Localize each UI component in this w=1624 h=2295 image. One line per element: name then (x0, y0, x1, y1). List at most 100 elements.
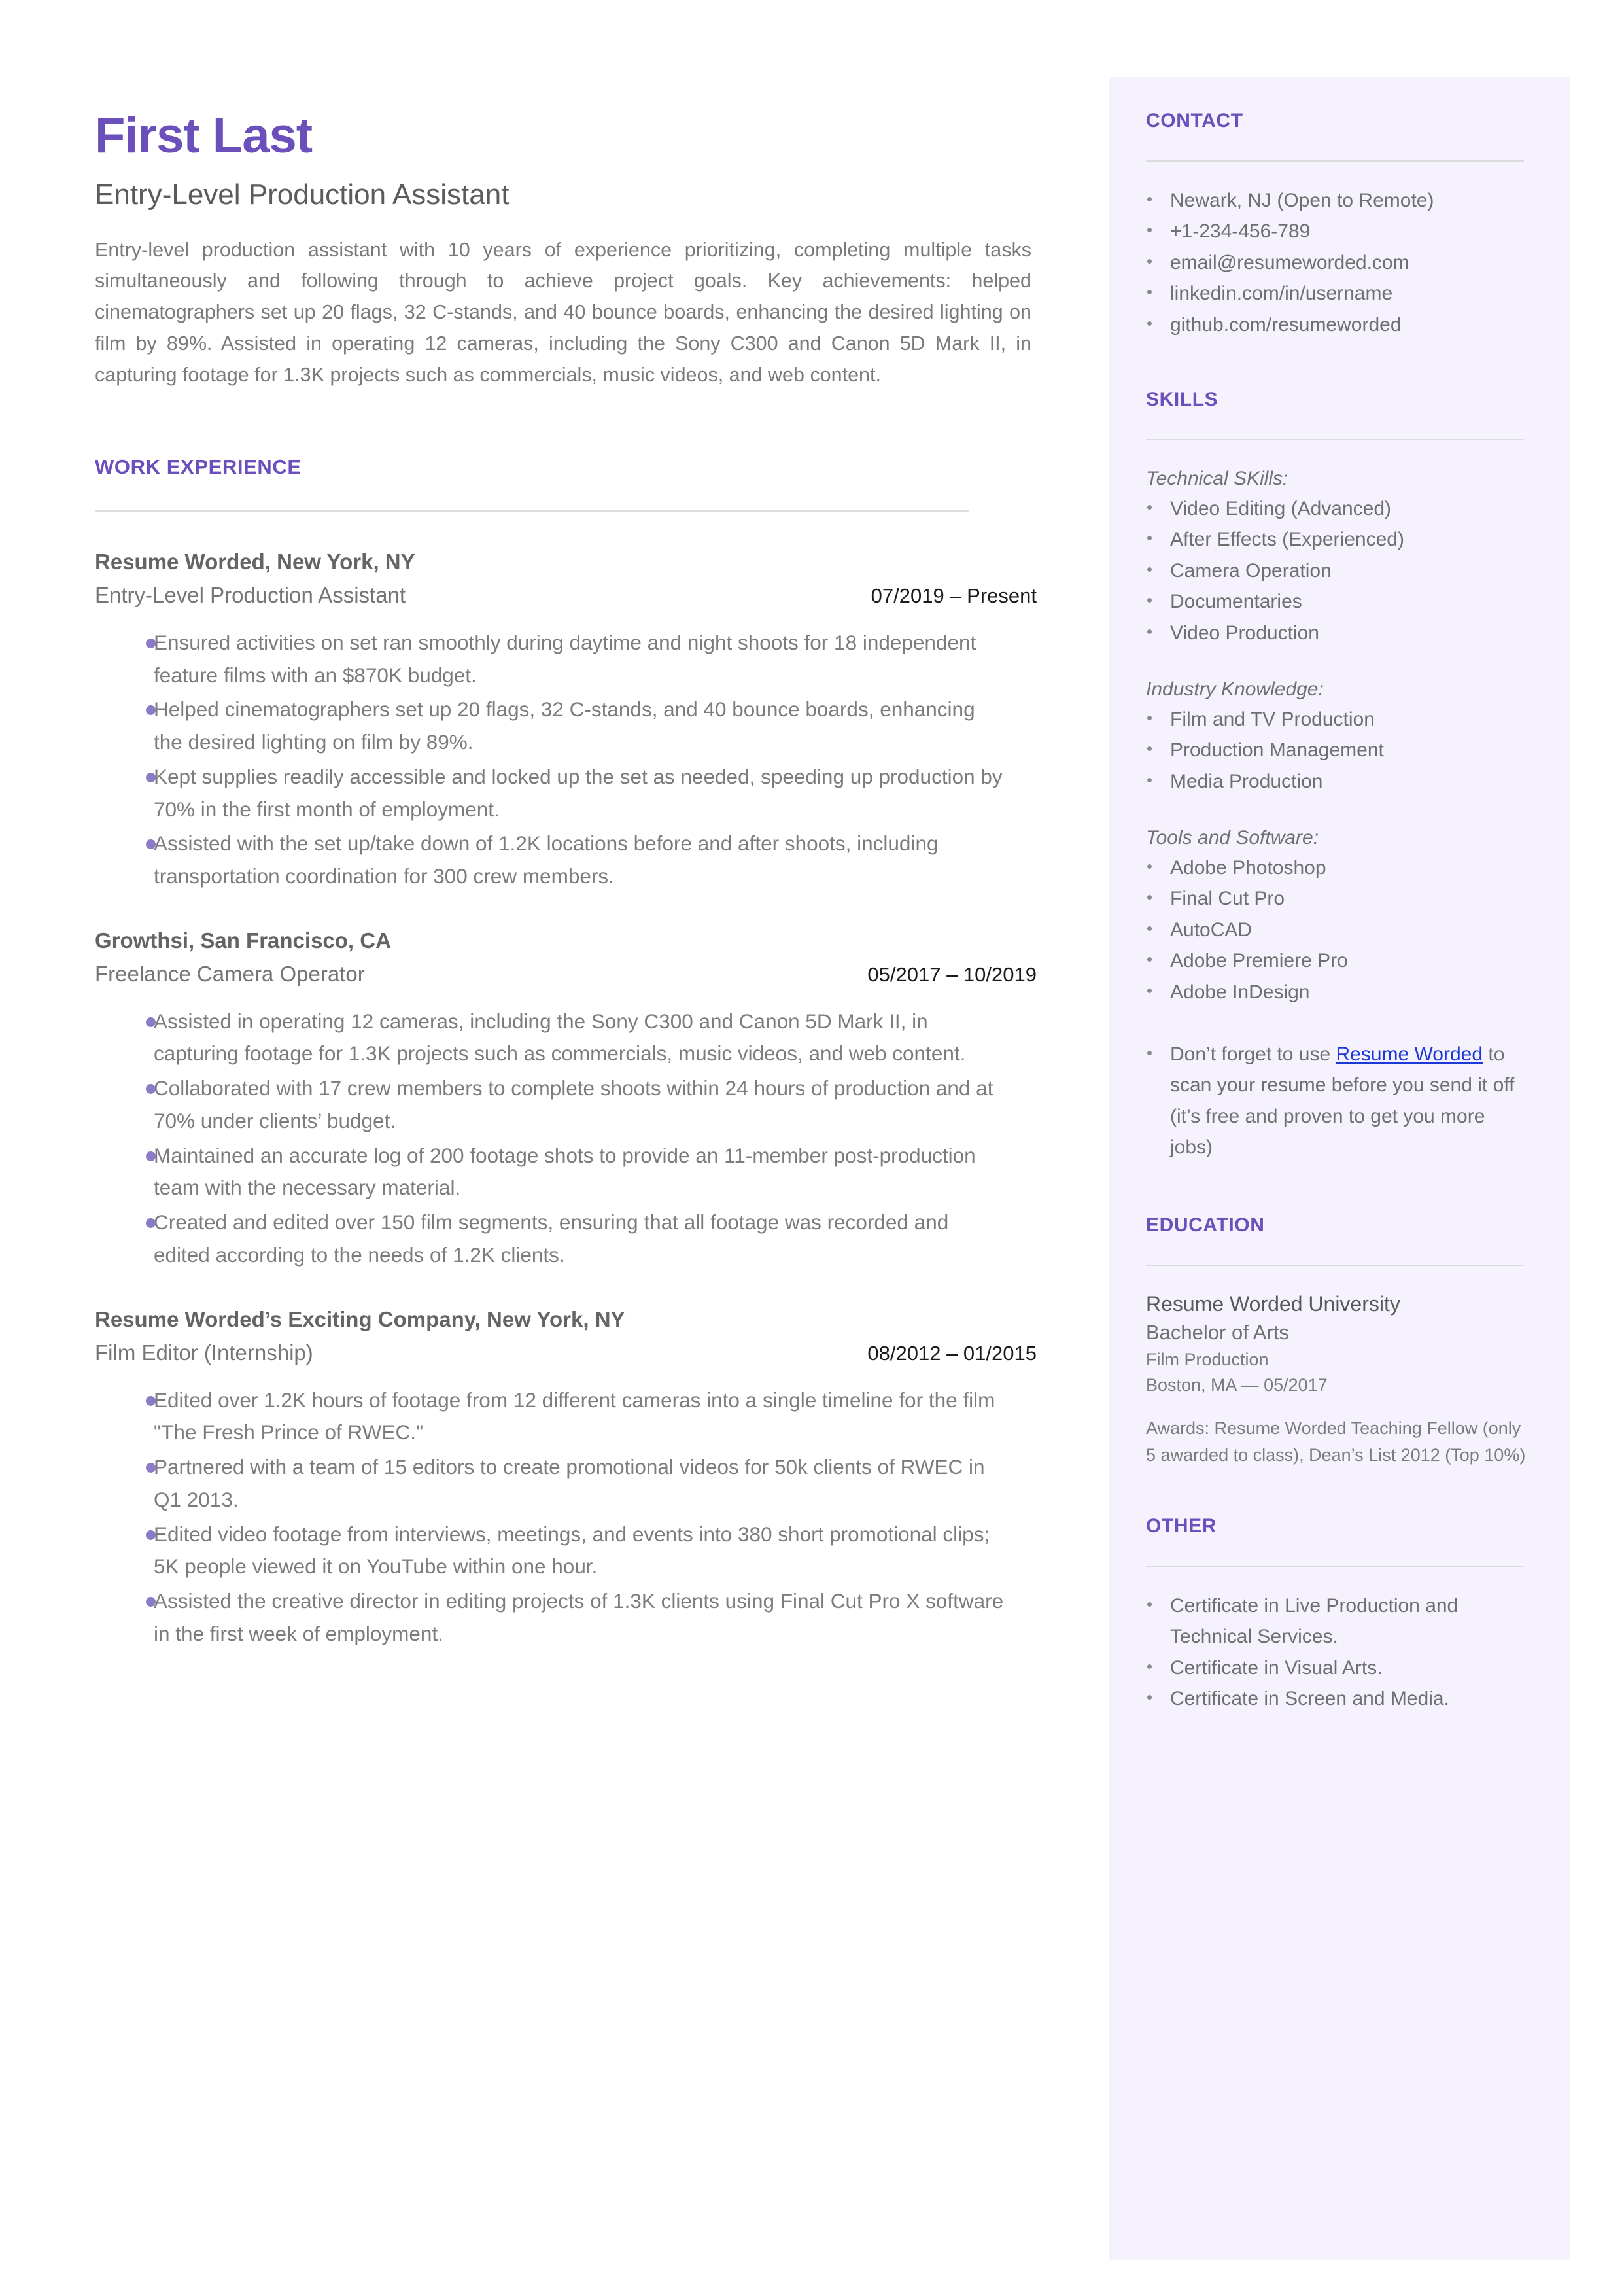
skill-item-text: Adobe Photoshop (1170, 857, 1326, 879)
bullet-dot-icon (146, 1151, 156, 1161)
skill-item: Camera Operation (1146, 555, 1532, 586)
job-company: Resume Worded’s Exciting Company, New Yo… (95, 1306, 625, 1331)
job-bullet-text: Kept supplies readily accessible and loc… (154, 764, 1003, 821)
bullet-dot-icon (1147, 1695, 1152, 1700)
job-bullet: Maintained an accurate log of 200 footag… (95, 1140, 1004, 1205)
job-bullet-text: Edited over 1.2K hours of footage from 1… (154, 1388, 995, 1445)
skill-item-text: Media Production (1170, 770, 1323, 792)
job-bullet-text: Partnered with a team of 15 editors to c… (154, 1455, 985, 1511)
bullet-dot-icon (1147, 1664, 1152, 1669)
skill-item: Media Production (1146, 766, 1532, 797)
skill-item: AutoCAD (1146, 915, 1532, 945)
skill-group-industry: Industry Knowledge: Film and TV Producti… (1146, 674, 1532, 797)
contact-item-text: linkedin.com/in/username (1170, 283, 1393, 305)
job-bullet: Ensured activities on set ran smoothly d… (95, 627, 1004, 692)
skill-item: Film and TV Production (1146, 704, 1532, 735)
skill-group-label: Industry Knowledge: (1146, 678, 1324, 700)
other-item: Certificate in Screen and Media. (1146, 1683, 1532, 1714)
other-item-text: Certificate in Visual Arts. (1170, 1656, 1383, 1679)
bullet-dot-icon (1147, 1602, 1152, 1607)
bullet-dot-icon (146, 772, 156, 782)
other-item: Certificate in Live Production and Techn… (1146, 1590, 1532, 1653)
bullet-dot-icon (146, 638, 156, 648)
bullet-dot-icon (1147, 1051, 1152, 1056)
section-title-skills: SKILLS (1146, 388, 1218, 410)
job-title: Entry-Level Production Assistant (95, 582, 406, 607)
section-divider-other (1146, 1566, 1524, 1568)
job-bullet-list: Edited over 1.2K hours of footage from 1… (95, 1384, 1037, 1651)
job-bullet-text: Collaborated with 17 crew members to com… (154, 1076, 993, 1132)
work-entry: Resume Worded, New York, NY Entry-Level … (95, 548, 1037, 893)
job-title-row: Freelance Camera Operator 05/2017 – 10/2… (95, 960, 1037, 989)
work-entry: Resume Worded’s Exciting Company, New Yo… (95, 1306, 1037, 1651)
education-degree: Bachelor of Arts (1146, 1321, 1289, 1344)
education-location-date: Boston, MA — 05/2017 (1146, 1375, 1328, 1395)
job-dates: 08/2012 – 01/2015 (867, 1341, 1037, 1365)
skill-item-text: AutoCAD (1170, 919, 1253, 941)
skill-group-label: Tools and Software: (1146, 827, 1319, 849)
section-title-education: EDUCATION (1146, 1214, 1265, 1236)
skill-item-text: Final Cut Pro (1170, 888, 1285, 910)
job-bullet-text: Assisted in operating 12 cameras, includ… (154, 1009, 966, 1066)
education-awards: Awards: Resume Worded Teaching Fellow (o… (1146, 1418, 1526, 1465)
job-title-row: Film Editor (Internship) 08/2012 – 01/20… (95, 1339, 1037, 1367)
skill-item: After Effects (Experienced) (1146, 524, 1532, 555)
contact-item-linkedin[interactable]: linkedin.com/in/username (1146, 278, 1532, 309)
skill-item-text: After Effects (Experienced) (1170, 529, 1404, 551)
job-bullet-text: Assisted the creative director in editin… (154, 1589, 1004, 1645)
skill-group-label: Technical SKills: (1146, 467, 1288, 489)
job-bullet-text: Maintained an accurate log of 200 footag… (154, 1143, 976, 1200)
skill-list: Film and TV Production Production Manage… (1146, 704, 1532, 797)
resume-page: First Last Entry-Level Production Assist… (0, 0, 1624, 2295)
skill-list: Adobe Photoshop Final Cut Pro AutoCAD Ad… (1146, 852, 1532, 1007)
bullet-dot-icon (146, 1463, 156, 1473)
skill-item-text: Production Management (1170, 739, 1384, 762)
other-item-text: Certificate in Live Production and Techn… (1170, 1595, 1459, 1648)
promo-text-before: Don’t forget to use (1170, 1043, 1336, 1066)
skill-group-technical: Technical SKills: Video Editing (Advance… (1146, 464, 1532, 648)
job-bullet-list: Assisted in operating 12 cameras, includ… (95, 1006, 1037, 1272)
bullet-dot-icon (1147, 629, 1152, 634)
bullet-dot-icon (1147, 926, 1152, 931)
skill-item-text: Adobe InDesign (1170, 981, 1310, 1003)
job-company: Resume Worded, New York, NY (95, 549, 415, 574)
section-divider-work-experience (95, 510, 969, 512)
bullet-dot-icon (146, 1530, 156, 1540)
other-item-text: Certificate in Screen and Media. (1170, 1688, 1449, 1710)
candidate-name: First Last (95, 108, 313, 164)
sidebar-section-contact: CONTACT Newark, NJ (Open to Remote) +1-2… (1146, 110, 1532, 340)
job-bullet: Partnered with a team of 15 editors to c… (95, 1451, 1004, 1516)
job-bullet: Helped cinematographers set up 20 flags,… (95, 693, 1004, 759)
resume-worded-promo: Don’t forget to use Resume Worded to sca… (1146, 1039, 1532, 1163)
skill-item: Documentaries (1146, 586, 1532, 617)
contact-item-email[interactable]: email@resumeworded.com (1146, 247, 1532, 278)
job-dates: 05/2017 – 10/2019 (867, 962, 1037, 986)
candidate-headline: Entry-Level Production Assistant (95, 178, 510, 211)
sidebar-section-education: EDUCATION Resume Worded University Bache… (1146, 1214, 1532, 1468)
job-dates: 07/2019 – Present (871, 584, 1037, 607)
contact-item-location: Newark, NJ (Open to Remote) (1146, 185, 1532, 216)
skill-item: Production Management (1146, 735, 1532, 765)
contact-item-phone[interactable]: +1-234-456-789 (1146, 216, 1532, 247)
bullet-dot-icon (1147, 715, 1152, 720)
job-bullet: Assisted with the set up/take down of 1.… (95, 828, 1004, 893)
skill-item: Video Production (1146, 618, 1532, 648)
job-bullet: Edited video footage from interviews, me… (95, 1518, 1004, 1584)
bullet-dot-icon (1147, 895, 1152, 900)
bullet-dot-icon (1147, 228, 1152, 233)
skill-item: Adobe Photoshop (1146, 852, 1532, 883)
contact-item-github[interactable]: github.com/resumeworded (1146, 309, 1532, 340)
job-bullet-text: Assisted with the set up/take down of 1.… (154, 832, 939, 888)
bullet-dot-icon (1147, 746, 1152, 752)
job-title: Freelance Camera Operator (95, 961, 365, 986)
sidebar-section-skills: SKILLS Technical SKills: Video Editing (… (1146, 389, 1532, 1163)
bullet-dot-icon (146, 1017, 156, 1027)
resume-worded-link[interactable]: Resume Worded (1336, 1043, 1483, 1065)
job-bullet: Collaborated with 17 crew members to com… (95, 1072, 1004, 1138)
bullet-dot-icon (1147, 777, 1152, 782)
job-bullet-text: Edited video footage from interviews, me… (154, 1522, 990, 1579)
bullet-dot-icon (1147, 957, 1152, 962)
job-bullet: Assisted in operating 12 cameras, includ… (95, 1006, 1004, 1071)
sidebar-section-other: OTHER Certificate in Live Production and… (1146, 1515, 1532, 1715)
job-bullet: Kept supplies readily accessible and loc… (95, 761, 1004, 826)
